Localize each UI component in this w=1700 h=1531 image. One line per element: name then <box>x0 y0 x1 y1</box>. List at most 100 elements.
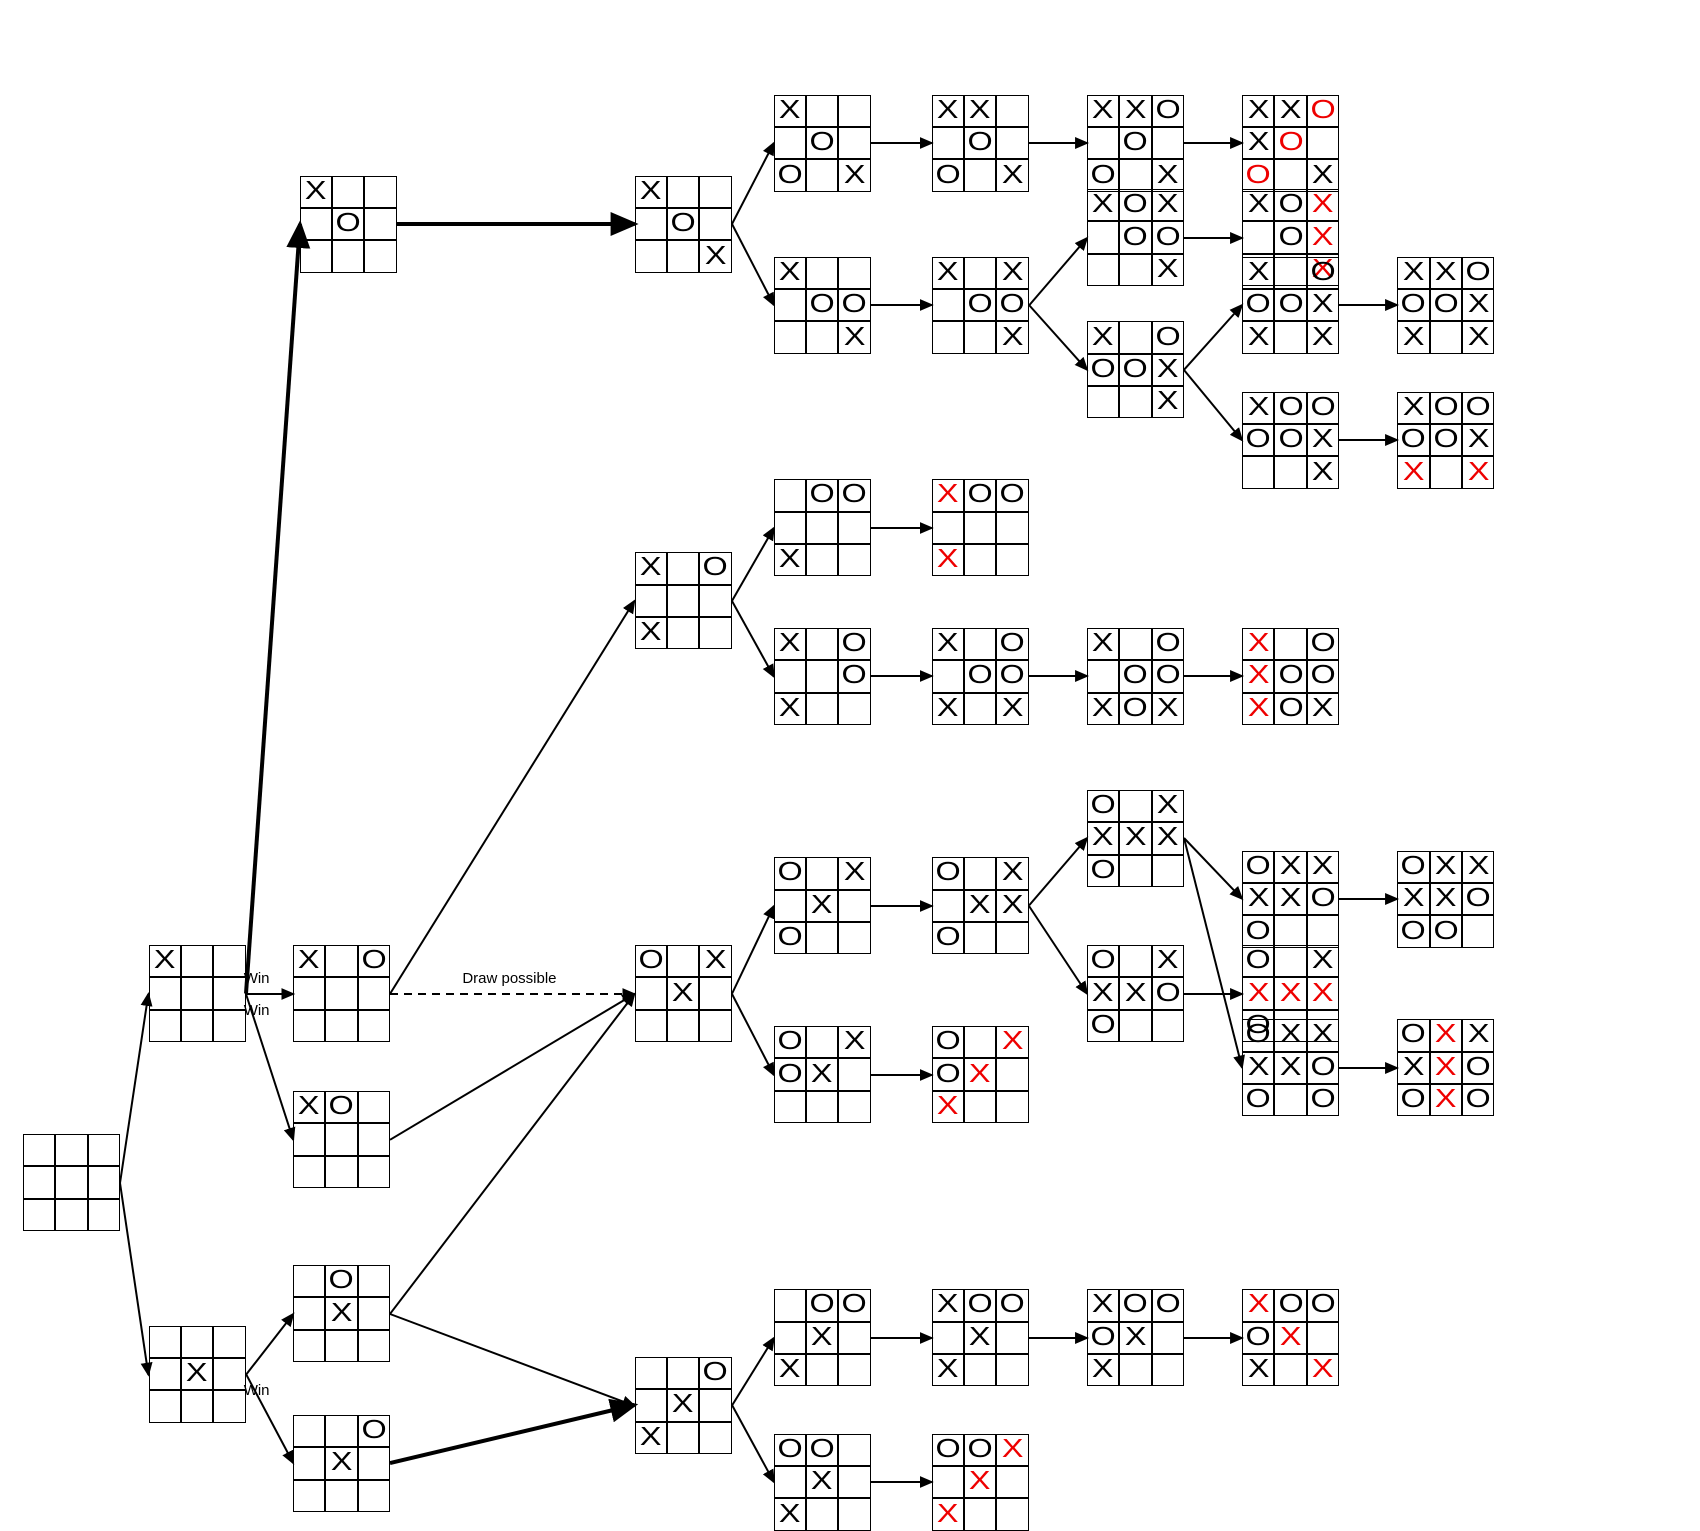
cell <box>23 1199 55 1231</box>
cell <box>1087 386 1119 418</box>
cell <box>774 321 806 353</box>
x-mark <box>1282 1022 1299 1048</box>
cell <box>1462 289 1494 321</box>
cell <box>774 922 806 954</box>
o-mark <box>1281 663 1301 689</box>
cell <box>358 1297 390 1329</box>
cell <box>364 208 396 240</box>
x-mark <box>971 1325 988 1351</box>
cell <box>1087 321 1119 353</box>
o-mark <box>1281 696 1301 722</box>
cell <box>358 1265 390 1297</box>
o-mark <box>1158 631 1178 657</box>
board-b4 <box>293 1265 390 1362</box>
cell <box>1430 1019 1462 1051</box>
cell <box>1274 221 1306 253</box>
x-mark <box>1004 860 1021 886</box>
x-mark <box>1437 1022 1454 1048</box>
board-c2 <box>635 552 732 649</box>
o-mark <box>673 211 693 237</box>
board-d31 <box>774 479 871 576</box>
cell <box>964 890 996 922</box>
x-mark <box>1127 825 1144 851</box>
x-mark <box>813 1062 830 1088</box>
cell <box>932 1466 964 1498</box>
edge-arrow <box>378 1393 646 1475</box>
x-mark <box>1250 98 1267 124</box>
cell <box>1119 977 1151 1009</box>
cell <box>996 1434 1028 1466</box>
o-mark <box>331 1268 351 1294</box>
cell <box>806 95 838 127</box>
x-mark <box>1004 1437 1021 1463</box>
cell <box>838 1466 870 1498</box>
cell <box>1307 945 1339 977</box>
cell <box>806 1466 838 1498</box>
game-tree-diagram: WinWinWinDraw possible <box>0 0 1700 1400</box>
cell <box>325 1447 357 1479</box>
cell <box>1274 1084 1306 1116</box>
x-mark <box>642 555 659 581</box>
cell <box>996 1026 1028 1058</box>
cell <box>774 512 806 544</box>
o-mark <box>1093 1013 1113 1039</box>
cell <box>932 1322 964 1354</box>
cell <box>149 1390 181 1422</box>
cell <box>932 95 964 127</box>
x-mark <box>939 547 956 573</box>
cell <box>293 1010 325 1042</box>
cell <box>1397 915 1429 947</box>
cell <box>806 1026 838 1058</box>
cell <box>806 922 838 954</box>
x-mark <box>1282 981 1299 1007</box>
edge-arrow <box>234 212 312 1006</box>
cell <box>774 1498 806 1530</box>
board-f12 <box>1087 189 1184 286</box>
cell <box>996 95 1028 127</box>
cell <box>1462 883 1494 915</box>
board-e31 <box>932 479 1029 576</box>
cell <box>932 321 964 353</box>
o-mark <box>1281 192 1301 218</box>
cell <box>774 127 806 159</box>
cell <box>1242 915 1274 947</box>
o-mark <box>1002 663 1022 689</box>
x-mark <box>1094 192 1111 218</box>
cell <box>1087 628 1119 660</box>
cell <box>699 1010 731 1042</box>
x-mark <box>781 1502 798 1528</box>
x-mark <box>1250 260 1267 286</box>
cell <box>1152 822 1184 854</box>
cell <box>1462 257 1494 289</box>
o-mark <box>1093 858 1113 884</box>
cell <box>964 479 996 511</box>
o-mark <box>812 130 832 156</box>
cell <box>996 289 1028 321</box>
cell <box>1307 915 1339 947</box>
x-mark <box>971 1062 988 1088</box>
board-c3 <box>635 945 732 1042</box>
x-mark <box>642 620 659 646</box>
o-mark <box>1002 631 1022 657</box>
cell <box>806 1322 838 1354</box>
cell <box>1430 915 1462 947</box>
o-mark <box>970 292 990 318</box>
board-h1221 <box>1242 257 1339 354</box>
cell <box>635 176 667 208</box>
cell <box>1087 1322 1119 1354</box>
board-f51 <box>1087 1289 1184 1386</box>
o-mark <box>1403 427 1423 453</box>
o-mark <box>1403 1022 1423 1048</box>
x-mark <box>1314 1357 1331 1383</box>
cell <box>1274 424 1306 456</box>
cell <box>300 240 332 272</box>
x-mark <box>846 1029 863 1055</box>
cell <box>838 257 870 289</box>
x-mark <box>188 1361 205 1387</box>
cell <box>149 1358 181 1390</box>
board-i1224 <box>1397 1019 1494 1116</box>
cell <box>358 1480 390 1512</box>
edge-arrow <box>378 982 646 1152</box>
cell <box>1307 883 1339 915</box>
cell <box>699 1389 731 1421</box>
